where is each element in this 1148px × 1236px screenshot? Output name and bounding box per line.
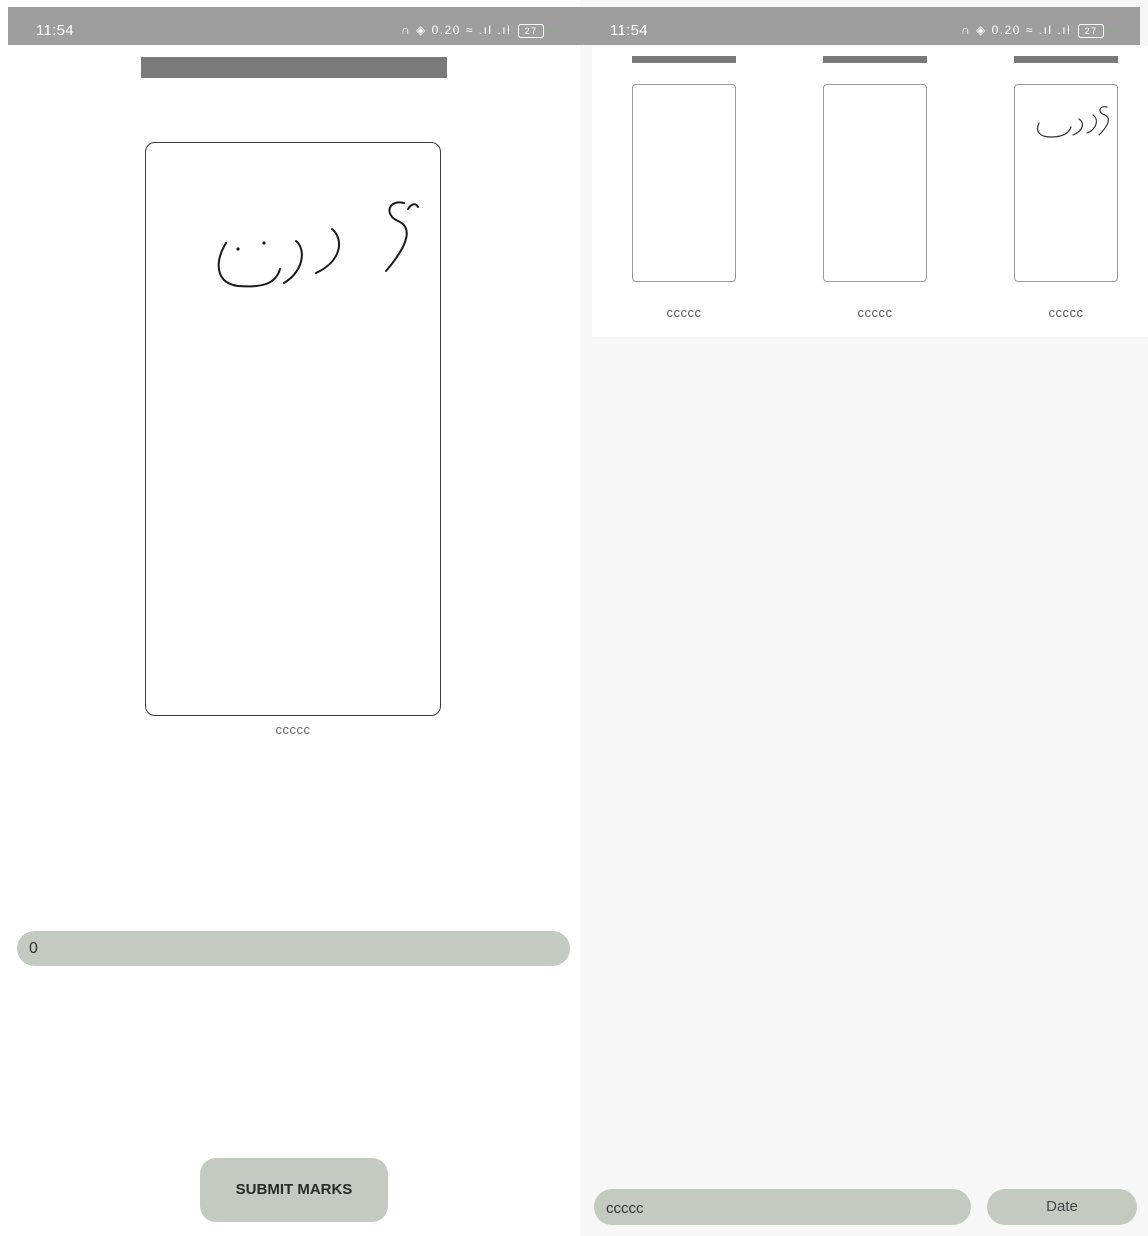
charging-icon: • <box>1108 26 1114 37</box>
hotspot-icon: ◈ <box>976 23 987 37</box>
item-label: ccccc <box>857 305 893 320</box>
list-item[interactable]: ccccc <box>592 46 778 337</box>
network-speed-icon: 0.20 <box>431 23 461 37</box>
card-label: ccccc <box>275 722 311 737</box>
item-title-placeholder <box>823 56 927 63</box>
signal-icon: .ıl <box>1057 23 1072 37</box>
status-bar: 11:54 ∩ ◈ 0.20 ≈ .ıl .ıl 27 • <box>8 7 580 45</box>
item-title-placeholder <box>632 56 736 63</box>
status-icons: ∩ ◈ 0.20 ≈ .ıl .ıl 27 • <box>961 23 1114 38</box>
status-time: 11:54 <box>610 22 648 39</box>
wifi-icon: ≈ <box>465 23 474 37</box>
charging-icon: • <box>548 26 554 37</box>
battery-icon: 27 <box>1078 23 1105 38</box>
status-bar: 11:54 ∩ ◈ 0.20 ≈ .ıl .ıl 27 • <box>580 7 1140 45</box>
list-item[interactable]: ccccc <box>974 46 1148 337</box>
submit-marks-button[interactable]: SUBMIT MARKS <box>200 1158 388 1222</box>
item-label: ccccc <box>1048 305 1084 320</box>
marks-input[interactable]: 0 <box>17 931 570 966</box>
item-thumbnail[interactable] <box>823 84 927 282</box>
hotspot-icon: ◈ <box>416 23 427 37</box>
status-icons: ∩ ◈ 0.20 ≈ .ıl .ıl 27 • <box>401 23 554 38</box>
battery-icon: 27 <box>518 23 545 38</box>
wifi-icon: ≈ <box>1025 23 1034 37</box>
item-thumbnail[interactable] <box>632 84 736 282</box>
dot <box>236 247 240 251</box>
status-time: 11:54 <box>36 22 74 39</box>
title-placeholder <box>141 57 447 78</box>
handwriting-image <box>217 201 419 288</box>
item-label: ccccc <box>666 305 702 320</box>
right-screen: 11:54 ∩ ◈ 0.20 ≈ .ıl .ıl 27 • ccccc cccc… <box>580 0 1148 1236</box>
item-thumbnail[interactable] <box>1014 84 1118 282</box>
handwriting-card[interactable] <box>145 142 441 716</box>
search-input[interactable]: ccccc <box>594 1189 971 1225</box>
left-screen: 11:54 ∩ ◈ 0.20 ≈ .ıl .ıl 27 • ccccc 0 SU… <box>0 0 580 1236</box>
list-item[interactable]: ccccc <box>783 46 969 337</box>
signal-icon: .ıl <box>478 23 493 37</box>
network-speed-icon: 0.20 <box>991 23 1021 37</box>
submissions-grid: ccccc ccccc ccccc <box>592 46 1148 337</box>
headphones-icon: ∩ <box>961 23 972 37</box>
signal-icon: .ıl <box>1038 23 1053 37</box>
date-button[interactable]: Date <box>987 1189 1137 1225</box>
dot <box>262 241 266 245</box>
handwriting-image <box>1036 106 1109 138</box>
signal-icon: .ıl <box>497 23 512 37</box>
item-title-placeholder <box>1014 56 1118 63</box>
headphones-icon: ∩ <box>401 23 412 37</box>
